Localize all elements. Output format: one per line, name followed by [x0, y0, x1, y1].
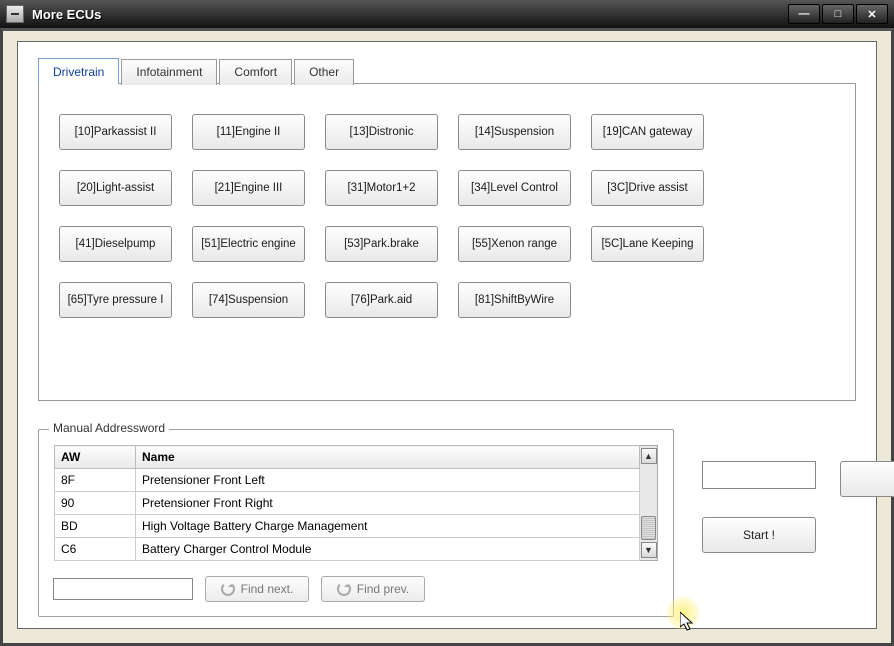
manual-addressword-fieldset: Manual Addressword AW Name 8FPretensione…: [38, 429, 674, 617]
reload-icon: [337, 582, 351, 596]
cell-name: Battery Charger Control Module: [136, 538, 640, 561]
address-table-container: AW Name 8FPretensioner Front Left90Prete…: [53, 444, 659, 562]
table-header-row: AW Name: [55, 446, 640, 469]
ecu-button[interactable]: [21]Engine III: [192, 170, 305, 206]
start-label: Start !: [743, 528, 775, 542]
table-row[interactable]: 8FPretensioner Front Left: [55, 469, 640, 492]
cell-aw: 8F: [55, 469, 136, 492]
find-prev-button[interactable]: Find prev.: [321, 576, 425, 602]
start-button[interactable]: Start !: [702, 517, 816, 553]
fieldset-legend: Manual Addressword: [49, 421, 169, 435]
result-box: [702, 461, 816, 489]
ecu-grid: [10]Parkassist II [11]Engine II [13]Distro…: [59, 114, 835, 318]
ecu-button[interactable]: [51]Electric engine: [192, 226, 305, 262]
ecu-button[interactable]: [10]Parkassist II: [59, 114, 172, 150]
tab-comfort[interactable]: Comfort: [219, 59, 292, 85]
maximize-button[interactable]: □: [822, 4, 854, 24]
side-row-1: Close: [702, 461, 894, 497]
cell-aw: BD: [55, 515, 136, 538]
close-window-button[interactable]: ✕: [856, 4, 888, 24]
reload-icon: [221, 582, 235, 596]
tab-drivetrain[interactable]: Drivetrain: [38, 58, 119, 84]
ecu-button[interactable]: [53]Park.brake: [325, 226, 438, 262]
ecu-button[interactable]: [55]Xenon range: [458, 226, 571, 262]
scroll-up-arrow-icon[interactable]: ▲: [641, 448, 657, 464]
find-prev-label: Find prev.: [357, 582, 409, 596]
ecu-button[interactable]: [19]CAN gateway: [591, 114, 704, 150]
ecu-button[interactable]: [81]ShiftByWire: [458, 282, 571, 318]
ecu-button[interactable]: [11]Engine II: [192, 114, 305, 150]
close-button[interactable]: Close: [840, 461, 894, 497]
address-table: AW Name 8FPretensioner Front Left90Prete…: [54, 445, 640, 561]
minimize-button[interactable]: —: [788, 4, 820, 24]
ecu-button[interactable]: [41]Dieselpump: [59, 226, 172, 262]
ecu-button[interactable]: [65]Tyre pressure I: [59, 282, 172, 318]
side-row-2: Start !: [702, 517, 894, 553]
find-next-label: Find next.: [241, 582, 294, 596]
table-row[interactable]: 90Pretensioner Front Right: [55, 492, 640, 515]
search-input[interactable]: [53, 578, 193, 600]
table-row[interactable]: BDHigh Voltage Battery Charge Management: [55, 515, 640, 538]
ecu-button[interactable]: [31]Motor1+2: [325, 170, 438, 206]
client-area: DrivetrainInfotainmentComfortOther [10]P…: [0, 28, 894, 646]
ecu-button[interactable]: [76]Park.aid: [325, 282, 438, 318]
search-row: Find next. Find prev.: [53, 576, 659, 602]
cell-aw: C6: [55, 538, 136, 561]
ecu-button[interactable]: [3C]Drive assist: [591, 170, 704, 206]
window-root: More ECUs — □ ✕ DrivetrainInfotainmentCo…: [0, 0, 894, 646]
scroll-down-arrow-icon[interactable]: ▼: [641, 542, 657, 558]
cell-name: Pretensioner Front Right: [136, 492, 640, 515]
cell-name: High Voltage Battery Charge Management: [136, 515, 640, 538]
tab-other[interactable]: Other: [294, 59, 354, 85]
tab-infotainment[interactable]: Infotainment: [121, 59, 217, 85]
titlebar: More ECUs — □ ✕: [0, 0, 894, 29]
app-icon: [6, 5, 24, 23]
ecu-button[interactable]: [5C]Lane Keeping: [591, 226, 704, 262]
ecu-button[interactable]: [20]Light-assist: [59, 170, 172, 206]
side-column: Close Start !: [702, 429, 894, 617]
cell-name: Pretensioner Front Left: [136, 469, 640, 492]
cell-aw: 90: [55, 492, 136, 515]
inner-frame: DrivetrainInfotainmentComfortOther [10]P…: [17, 41, 877, 629]
vertical-scrollbar[interactable]: ▲ ▼: [640, 445, 658, 561]
ecu-button[interactable]: [34]Level Control: [458, 170, 571, 206]
table-row[interactable]: C6Battery Charger Control Module: [55, 538, 640, 561]
find-next-button[interactable]: Find next.: [205, 576, 309, 602]
window-controls: — □ ✕: [788, 4, 888, 24]
ecu-button[interactable]: [14]Suspension: [458, 114, 571, 150]
tab-strip: DrivetrainInfotainmentComfortOther: [38, 58, 856, 84]
col-header-name[interactable]: Name: [136, 446, 640, 469]
window-title: More ECUs: [32, 7, 101, 22]
ecu-button[interactable]: [74]Suspension: [192, 282, 305, 318]
tab-panel-drivetrain: [10]Parkassist II [11]Engine II [13]Distro…: [38, 83, 856, 401]
ecu-button[interactable]: [13]Distronic: [325, 114, 438, 150]
scroll-track[interactable]: [640, 464, 657, 542]
bottom-area: Manual Addressword AW Name 8FPretensione…: [38, 429, 856, 617]
scroll-thumb[interactable]: [641, 516, 656, 540]
col-header-aw[interactable]: AW: [55, 446, 136, 469]
